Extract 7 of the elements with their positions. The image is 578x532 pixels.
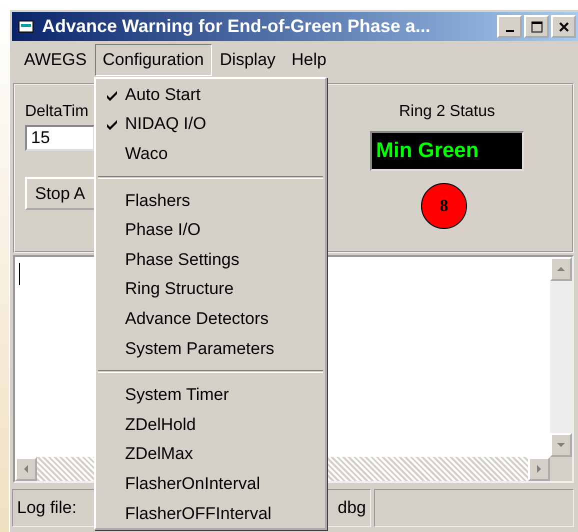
log-file-label: Log file:: [17, 498, 77, 518]
phase-indicator: 8: [421, 183, 467, 229]
log-file-suffix: dbg: [338, 498, 366, 518]
window-title: Advance Warning for End-of-Green Phase a...: [42, 16, 432, 37]
status-label: Ring 2 Status: [398, 103, 496, 121]
field-label: DeltaTim: [25, 103, 90, 121]
status-display: Min Green: [370, 131, 524, 171]
